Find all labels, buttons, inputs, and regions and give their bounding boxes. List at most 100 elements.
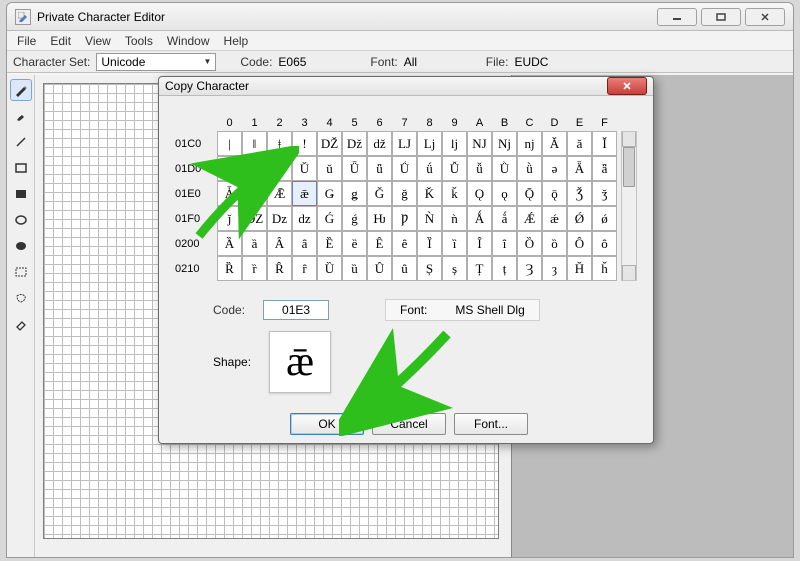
char-cell[interactable]: ȁ (242, 231, 267, 256)
char-cell[interactable]: Ǫ (467, 181, 492, 206)
pencil-tool[interactable] (10, 79, 32, 101)
code-input[interactable]: 01E3 (263, 300, 329, 320)
char-cell[interactable]: Ǧ (367, 181, 392, 206)
char-cell[interactable]: ǽ (542, 206, 567, 231)
char-cell[interactable]: ǰ (217, 206, 242, 231)
char-cell[interactable]: ǈ (417, 131, 442, 156)
char-cell[interactable]: ! (292, 131, 317, 156)
char-cell[interactable]: Ǯ (567, 181, 592, 206)
hollow-rect-tool[interactable] (10, 157, 32, 179)
char-cell[interactable]: ǿ (592, 206, 617, 231)
ok-button[interactable]: OK (290, 413, 364, 435)
char-cell[interactable]: ȍ (542, 231, 567, 256)
char-cell[interactable]: ǆ (367, 131, 392, 156)
char-cell[interactable]: Ȑ (217, 256, 242, 281)
char-cell[interactable]: Ǡ (217, 181, 242, 206)
char-cell[interactable]: ȏ (592, 231, 617, 256)
char-cell[interactable]: ǯ (592, 181, 617, 206)
char-cell[interactable]: ǹ (442, 206, 467, 231)
char-cell[interactable]: | (217, 131, 242, 156)
char-cell[interactable]: ș (442, 256, 467, 281)
brush-tool[interactable] (10, 105, 32, 127)
rect-select-tool[interactable] (10, 261, 32, 283)
char-cell[interactable]: ȓ (292, 256, 317, 281)
hollow-ellipse-tool[interactable] (10, 209, 32, 231)
char-cell[interactable]: ǚ (467, 156, 492, 181)
menu-file[interactable]: File (17, 34, 36, 48)
menu-edit[interactable]: Edit (50, 34, 71, 48)
char-cell[interactable]: Ț (467, 256, 492, 281)
char-cell[interactable]: Ȟ (567, 256, 592, 281)
menu-window[interactable]: Window (167, 34, 210, 48)
char-cell[interactable]: ǜ (517, 156, 542, 181)
char-cell[interactable]: Ǉ (392, 131, 417, 156)
char-cell[interactable]: ǳ (292, 206, 317, 231)
filled-ellipse-tool[interactable] (10, 235, 32, 257)
char-cell[interactable]: ȟ (592, 256, 617, 281)
char-cell[interactable]: Ǌ (467, 131, 492, 156)
char-cell[interactable]: Ǟ (567, 156, 592, 181)
char-cell[interactable]: Ǳ (242, 206, 267, 231)
char-cell[interactable]: Ǿ (567, 206, 592, 231)
char-cell[interactable]: Ǎ (542, 131, 567, 156)
char-cell[interactable]: Ȇ (367, 231, 392, 256)
char-cell[interactable]: Ǐ (592, 131, 617, 156)
menu-tools[interactable]: Tools (125, 34, 153, 48)
char-cell[interactable]: Ǆ (317, 131, 342, 156)
char-cell[interactable]: Ǚ (442, 156, 467, 181)
char-cell[interactable]: ȑ (242, 256, 267, 281)
charset-select[interactable]: Unicode ▼ (96, 53, 216, 71)
char-cell[interactable]: ǒ (267, 156, 292, 181)
char-cell[interactable]: ǖ (367, 156, 392, 181)
char-cell[interactable]: ǣ (292, 181, 317, 206)
char-cell[interactable]: ǥ (342, 181, 367, 206)
char-cell[interactable]: ȉ (442, 231, 467, 256)
char-cell[interactable]: Ȝ (517, 256, 542, 281)
minimize-button[interactable] (657, 8, 697, 26)
maximize-button[interactable] (701, 8, 741, 26)
char-cell[interactable]: Ǖ (342, 156, 367, 181)
char-cell[interactable]: ȝ (542, 256, 567, 281)
char-cell[interactable]: ǟ (592, 156, 617, 181)
char-cell[interactable]: Ȉ (417, 231, 442, 256)
char-cell[interactable]: Ǥ (317, 181, 342, 206)
char-cell[interactable]: ǉ (442, 131, 467, 156)
char-cell[interactable]: Ȓ (267, 256, 292, 281)
char-cell[interactable]: ǩ (442, 181, 467, 206)
menu-view[interactable]: View (85, 34, 111, 48)
char-cell[interactable]: ȇ (392, 231, 417, 256)
char-cell[interactable]: ǎ (567, 131, 592, 156)
char-cell[interactable]: ȃ (292, 231, 317, 256)
filled-rect-tool[interactable] (10, 183, 32, 205)
cancel-button[interactable]: Cancel (372, 413, 446, 435)
char-cell[interactable]: ǌ (517, 131, 542, 156)
char-cell[interactable]: ǫ (492, 181, 517, 206)
char-cell[interactable]: Ș (417, 256, 442, 281)
font-button[interactable]: Font... (454, 413, 528, 435)
char-cell[interactable]: ǋ (492, 131, 517, 156)
char-cell[interactable]: ‖ (242, 131, 267, 156)
char-cell[interactable]: Ǭ (517, 181, 542, 206)
char-cell[interactable]: Ǔ (292, 156, 317, 181)
char-cell[interactable]: ǵ (342, 206, 367, 231)
grid-scrollbar[interactable] (621, 131, 637, 281)
char-cell[interactable]: Ƕ (367, 206, 392, 231)
char-cell[interactable]: Ȋ (467, 231, 492, 256)
char-cell[interactable]: ǐ (217, 156, 242, 181)
free-select-tool[interactable] (10, 287, 32, 309)
char-cell[interactable]: Ǩ (417, 181, 442, 206)
char-cell[interactable]: ǡ (242, 181, 267, 206)
char-cell[interactable]: ǲ (267, 206, 292, 231)
char-cell[interactable]: Ǜ (492, 156, 517, 181)
char-cell[interactable]: Ǵ (317, 206, 342, 231)
char-cell[interactable]: ǻ (492, 206, 517, 231)
menu-help[interactable]: Help (224, 34, 249, 48)
char-cell[interactable]: ǘ (417, 156, 442, 181)
char-cell[interactable]: Ǻ (467, 206, 492, 231)
eraser-tool[interactable] (10, 313, 32, 335)
char-cell[interactable]: ǔ (317, 156, 342, 181)
char-cell[interactable]: Ǹ (417, 206, 442, 231)
char-cell[interactable]: Ǘ (392, 156, 417, 181)
char-cell[interactable]: Ȕ (317, 256, 342, 281)
char-cell[interactable]: ǝ (542, 156, 567, 181)
